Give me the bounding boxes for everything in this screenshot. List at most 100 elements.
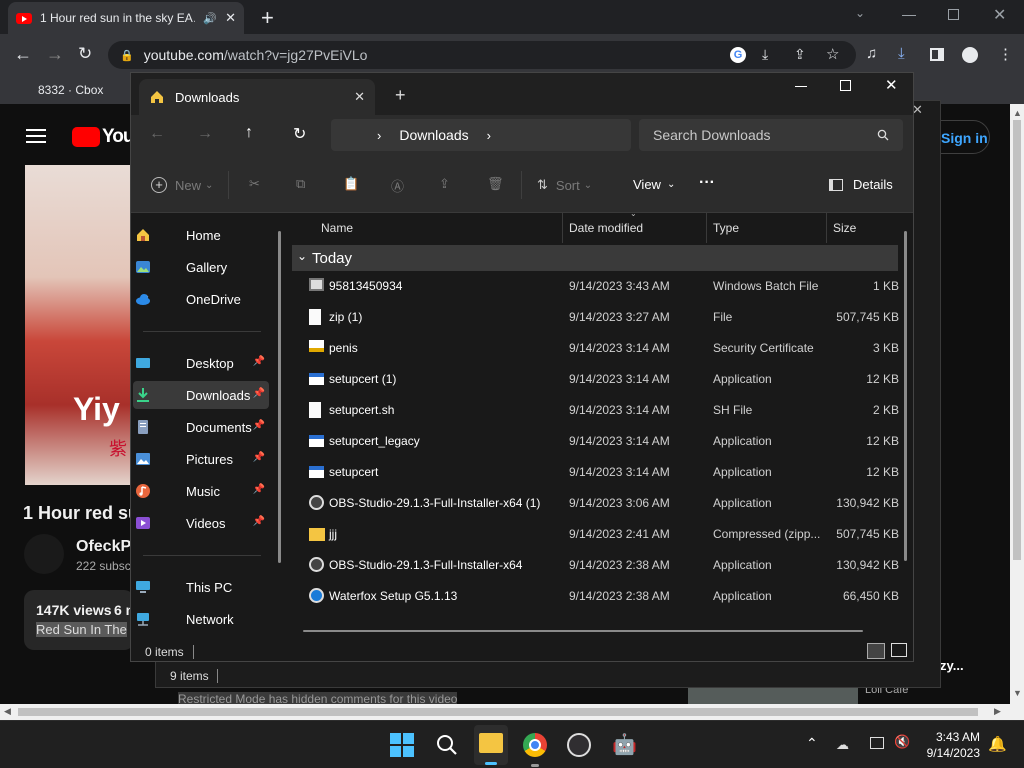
taskbar-chrome-icon[interactable] bbox=[523, 733, 547, 757]
column-separator[interactable] bbox=[562, 213, 563, 243]
nav-music[interactable]: Music 📌 bbox=[133, 477, 269, 505]
minimize-browser-button[interactable] bbox=[902, 15, 916, 16]
nav-this-pc[interactable]: › This PC bbox=[133, 573, 269, 601]
content-horizontal-scrollbar[interactable] bbox=[303, 630, 863, 632]
nav-downloads[interactable]: Downloads 📌 bbox=[133, 381, 269, 409]
bookmark-cbox[interactable]: 8332 · Cbox bbox=[38, 83, 103, 97]
pin-icon[interactable]: 📌 bbox=[253, 420, 265, 431]
column-header-size[interactable]: Size bbox=[833, 221, 856, 235]
table-row[interactable]: 95813450934 9/14/2023 3:43 AM Windows Batc… bbox=[301, 271, 901, 302]
table-row[interactable]: setupcert.sh 9/14/2023 3:14 AM SH File 2 KB bbox=[301, 395, 901, 426]
more-options-button[interactable]: ··· bbox=[699, 174, 715, 192]
breadcrumb-chevron-end-icon[interactable]: › bbox=[487, 128, 491, 143]
page-horizontal-scrollbar[interactable]: ◀ ▶ bbox=[0, 704, 1010, 720]
explorer-close-button[interactable]: ✕ bbox=[885, 76, 898, 94]
table-row[interactable]: OBS-Studio-29.1.3-Full-Installer-x64 9/14… bbox=[301, 550, 901, 581]
pin-icon[interactable]: 📌 bbox=[253, 388, 265, 399]
table-row[interactable]: penis 9/14/2023 3:14 AM Security Certifica… bbox=[301, 333, 901, 364]
nav-gallery[interactable]: Gallery bbox=[133, 253, 269, 281]
delete-icon[interactable]: 🗑 bbox=[487, 176, 504, 192]
explorer-new-tab-button[interactable]: + bbox=[395, 85, 406, 106]
sidebar-video-thumb[interactable] bbox=[688, 688, 858, 704]
nav-desktop[interactable]: Desktop 📌 bbox=[133, 349, 269, 377]
taskbar-file-explorer-icon[interactable] bbox=[474, 725, 508, 765]
close-tab-icon[interactable]: ✕ bbox=[225, 10, 236, 26]
bookmark-star-icon[interactable]: ☆ bbox=[826, 45, 839, 63]
share-icon[interactable]: ⇪ bbox=[794, 46, 806, 63]
close-explorer-tab-icon[interactable]: ✕ bbox=[354, 89, 365, 105]
scroll-thumb[interactable] bbox=[18, 708, 978, 716]
notification-bell-icon[interactable]: 🔔 bbox=[988, 735, 1007, 753]
table-row[interactable]: zip (1) 9/14/2023 3:27 AM File 507,745 KB bbox=[301, 302, 901, 333]
video-thumbnail[interactable]: Yiy 紫 bbox=[25, 165, 130, 485]
column-separator[interactable] bbox=[826, 213, 827, 243]
column-separator[interactable] bbox=[706, 213, 707, 243]
explorer-back-icon[interactable]: ← bbox=[149, 125, 165, 143]
column-header-name[interactable]: Name bbox=[321, 221, 353, 235]
paste-icon[interactable]: 📋 bbox=[343, 176, 359, 192]
restore-browser-button[interactable] bbox=[948, 9, 959, 20]
reload-icon[interactable]: ↻ bbox=[78, 44, 92, 64]
taskbar-search-icon[interactable] bbox=[436, 734, 458, 756]
nav-home[interactable]: Home bbox=[133, 221, 269, 249]
taskbar-obs-icon[interactable] bbox=[567, 733, 591, 757]
explorer-maximize-button[interactable] bbox=[840, 80, 851, 91]
explorer-tab-downloads[interactable]: Downloads ✕ bbox=[139, 79, 375, 115]
explorer-forward-icon[interactable]: → bbox=[197, 125, 213, 143]
table-row[interactable]: jjj 9/14/2023 2:41 AM Compressed (zipp... 5… bbox=[301, 519, 901, 550]
google-icon[interactable]: G bbox=[730, 47, 746, 63]
sidebar-video-title[interactable]: zy... bbox=[940, 658, 964, 673]
tray-cloud-icon[interactable]: ☁ bbox=[836, 737, 849, 753]
scroll-down-arrow-icon[interactable]: ▼ bbox=[1013, 688, 1022, 698]
table-row[interactable]: Waterfox Setup G5.1.13 9/14/2023 2:38 AM A… bbox=[301, 581, 901, 612]
share-file-icon[interactable]: ⇪ bbox=[439, 176, 450, 192]
chrome-menu-icon[interactable]: ⋮ bbox=[998, 45, 1013, 63]
content-vertical-scrollbar[interactable] bbox=[904, 231, 907, 561]
cut-icon[interactable]: ✂ bbox=[249, 176, 260, 192]
pin-icon[interactable]: 📌 bbox=[253, 356, 265, 367]
forward-icon[interactable]: → bbox=[46, 44, 64, 65]
nav-onedrive[interactable]: › OneDrive bbox=[133, 285, 269, 313]
back-icon[interactable]: ← bbox=[14, 44, 32, 65]
scroll-left-arrow-icon[interactable]: ◀ bbox=[4, 706, 11, 717]
nav-pictures[interactable]: Pictures 📌 bbox=[133, 445, 269, 473]
scroll-thumb[interactable] bbox=[1013, 120, 1021, 560]
scroll-up-arrow-icon[interactable]: ▲ bbox=[1013, 108, 1022, 118]
tray-volume-muted-icon[interactable]: 🔇 bbox=[894, 734, 910, 750]
new-tab-button[interactable]: + bbox=[261, 5, 274, 31]
tray-display-icon[interactable] bbox=[870, 737, 884, 749]
browser-tab-youtube[interactable]: 1 Hour red sun in the sky EA… 🔊 ✕ bbox=[8, 2, 244, 34]
tray-overflow-chevron-icon[interactable]: ⌃ bbox=[806, 735, 818, 752]
explorer-refresh-icon[interactable]: ↻ bbox=[293, 124, 306, 144]
channel-avatar[interactable] bbox=[24, 534, 64, 574]
taskbar-app-icon[interactable]: 🤖 bbox=[612, 733, 637, 757]
details-view-toggle-icon[interactable] bbox=[867, 643, 885, 659]
breadcrumb-downloads[interactable]: Downloads bbox=[399, 127, 468, 143]
tab-search-icon[interactable]: ⌄ bbox=[855, 6, 865, 20]
clock-date[interactable]: 9/14/2023 bbox=[920, 746, 980, 760]
nav-network[interactable]: › Network bbox=[133, 605, 269, 633]
install-icon[interactable]: ⤓ bbox=[762, 46, 768, 63]
page-vertical-scrollbar[interactable]: ▲ ▼ bbox=[1010, 104, 1024, 720]
windows-start-icon[interactable] bbox=[390, 733, 414, 757]
group-header-today[interactable]: ⌄ Today bbox=[292, 245, 898, 271]
downloads-icon[interactable]: ⤓ bbox=[898, 45, 905, 62]
view-button[interactable]: View ⌄ bbox=[633, 177, 675, 192]
explorer-search-input[interactable]: Search Downloads bbox=[639, 119, 903, 151]
pin-icon[interactable]: 📌 bbox=[253, 484, 265, 495]
copy-icon[interactable]: ⧉ bbox=[296, 176, 305, 192]
rename-icon[interactable]: Ⓐ bbox=[391, 176, 404, 195]
scroll-right-arrow-icon[interactable]: ▶ bbox=[994, 706, 1001, 717]
description-box[interactable] bbox=[24, 590, 134, 650]
table-row[interactable]: setupcert_legacy 9/14/2023 3:14 AM Applica… bbox=[301, 426, 901, 457]
sort-button[interactable]: ⇅ Sort ⌄ bbox=[537, 177, 592, 193]
close-browser-button[interactable]: ✕ bbox=[993, 5, 1006, 25]
nav-videos[interactable]: Videos 📌 bbox=[133, 509, 269, 537]
table-row[interactable]: setupcert 9/14/2023 3:14 AM Application 12 … bbox=[301, 457, 901, 488]
side-panel-icon[interactable] bbox=[930, 48, 944, 61]
media-control-icon[interactable]: ♫ bbox=[866, 45, 877, 62]
explorer-address-bar[interactable]: › Downloads › bbox=[331, 119, 631, 151]
large-icons-view-toggle-icon[interactable] bbox=[891, 643, 907, 657]
pin-icon[interactable]: 📌 bbox=[253, 452, 265, 463]
nav-pane-scrollbar[interactable] bbox=[278, 231, 281, 563]
